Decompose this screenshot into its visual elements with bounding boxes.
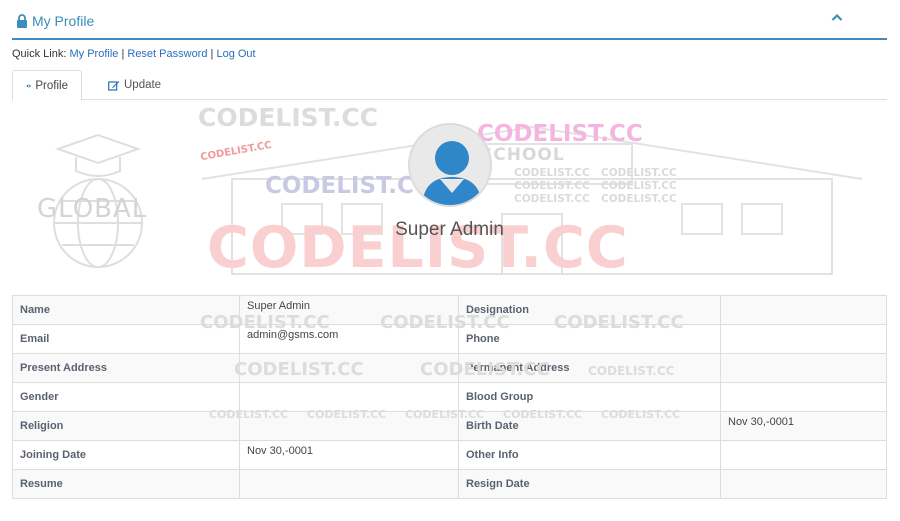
eye-icon xyxy=(26,84,32,87)
log-out-link[interactable]: Log Out xyxy=(216,48,255,60)
table-row: Gender Blood Group xyxy=(12,382,887,412)
quick-link-prefix: Quick Link: xyxy=(12,48,67,60)
school-watermark-text: SCHOOL xyxy=(480,145,565,165)
reset-password-link[interactable]: Reset Password xyxy=(127,48,207,60)
phone-label: Phone xyxy=(458,324,721,354)
name-value: Super Admin xyxy=(239,295,459,325)
blood-group-label: Blood Group xyxy=(458,382,721,412)
joining-date-value: Nov 30,-0001 xyxy=(239,440,459,470)
graduation-cap-icon xyxy=(53,133,143,268)
codelist-watermark: CODELIST.CC xyxy=(601,193,677,205)
panel-title: My Profile xyxy=(32,13,95,29)
other-info-value xyxy=(720,440,887,470)
birth-date-label: Birth Date xyxy=(458,411,721,441)
birth-date-value: Nov 30,-0001 xyxy=(720,411,887,441)
profile-info-table: Name Super Admin Designation Email admin… xyxy=(12,295,887,499)
codelist-watermark: CODELIST.CC xyxy=(601,180,677,192)
resign-date-value xyxy=(720,469,887,499)
designation-label: Designation xyxy=(458,295,721,325)
codelist-watermark: CODELIST.CC xyxy=(514,193,590,205)
table-row: Joining Date Nov 30,-0001 Other Info xyxy=(12,440,887,470)
codelist-watermark: CODELIST.CC xyxy=(514,167,590,179)
religion-label: Religion xyxy=(12,411,240,441)
email-value: admin@gsms.com xyxy=(239,324,459,354)
table-row: Name Super Admin Designation xyxy=(12,295,887,325)
school-building-watermark xyxy=(201,125,863,275)
profile-name: Super Admin xyxy=(395,219,504,240)
codelist-watermark: CODELIST.CC xyxy=(601,167,677,179)
resign-date-label: Resign Date xyxy=(458,469,721,499)
codelist-watermark: CODELIST.CC xyxy=(199,139,273,164)
avatar xyxy=(408,123,492,207)
edit-icon xyxy=(108,80,120,91)
name-label: Name xyxy=(12,295,240,325)
table-row: Religion Birth Date Nov 30,-0001 xyxy=(12,411,887,441)
resume-label: Resume xyxy=(12,469,240,499)
table-row: Present Address Permanent Address xyxy=(12,353,887,383)
other-info-label: Other Info xyxy=(458,440,721,470)
chevron-up-icon[interactable] xyxy=(831,13,843,23)
blood-group-value xyxy=(720,382,887,412)
permanent-address-label: Permanent Address xyxy=(458,353,721,383)
tab-bar: Profile Update xyxy=(12,70,887,101)
tab-profile-label: Profile xyxy=(35,79,68,92)
table-row: Resume Resign Date xyxy=(12,469,887,499)
present-address-value xyxy=(239,353,459,383)
quick-links: Quick Link: My Profile | Reset Password … xyxy=(12,48,256,60)
codelist-watermark: CODELIST.CC xyxy=(514,180,590,192)
tab-profile[interactable]: Profile xyxy=(12,70,82,101)
gender-label: Gender xyxy=(12,382,240,412)
permanent-address-value xyxy=(720,353,887,383)
table-row: Email admin@gsms.com Phone xyxy=(12,324,887,354)
link-separator: | xyxy=(121,48,125,60)
designation-value xyxy=(720,295,887,325)
tab-update-label: Update xyxy=(124,79,162,91)
gender-value xyxy=(239,382,459,412)
phone-value xyxy=(720,324,887,354)
link-separator: | xyxy=(210,48,214,60)
profile-hero: SCHOOL GLOBAL CODELIST.CC CODELIST.CC CO… xyxy=(12,101,887,281)
religion-value xyxy=(239,411,459,441)
tab-update[interactable]: Update xyxy=(95,70,174,100)
panel-header: My Profile xyxy=(12,4,887,40)
resume-value xyxy=(239,469,459,499)
joining-date-label: Joining Date xyxy=(12,440,240,470)
present-address-label: Present Address xyxy=(12,353,240,383)
user-icon xyxy=(422,141,482,205)
lock-icon xyxy=(16,14,28,28)
email-label: Email xyxy=(12,324,240,354)
my-profile-link[interactable]: My Profile xyxy=(69,48,118,60)
codelist-watermark: CODELIST.CC xyxy=(198,103,379,132)
codelist-watermark: CODELIST.CC xyxy=(477,121,643,147)
codelist-watermark: CODELIST.CC xyxy=(265,173,431,199)
